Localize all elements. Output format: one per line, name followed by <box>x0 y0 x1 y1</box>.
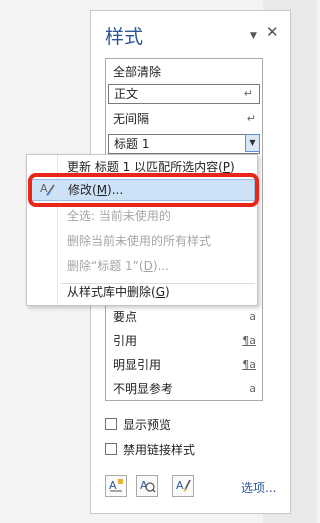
style-item-heading-1[interactable]: 标题 1 ▼ <box>108 134 260 154</box>
style-dropdown-button[interactable]: ▼ <box>245 134 260 152</box>
paragraph-mark-icon: ↵ <box>246 112 256 125</box>
menu-item-delete-all-unused: 删除当前未使用的所有样式 <box>67 234 212 248</box>
svg-text:A: A <box>109 479 117 492</box>
svg-text:A: A <box>40 182 48 195</box>
show-preview-checkbox[interactable]: 显示预览 <box>105 416 171 433</box>
disable-linked-styles-checkbox[interactable]: 禁用链接样式 <box>105 441 195 458</box>
manage-styles-icon[interactable]: A <box>172 475 194 497</box>
linked-style-icon: ¶a <box>242 334 256 347</box>
menu-item-update-to-match[interactable]: 更新 标题 1 以匹配所选内容(P) <box>27 156 257 178</box>
linked-style-icon: ¶a <box>242 358 256 371</box>
menu-item-remove-from-gallery[interactable]: 从样式库中删除(G) <box>27 281 257 303</box>
pane-options-arrow-icon[interactable]: ▼ <box>250 31 257 41</box>
menu-item-modify[interactable]: A 修改(M)... <box>29 179 255 201</box>
checkbox-box[interactable] <box>105 418 117 430</box>
character-style-icon: a <box>249 310 256 323</box>
menu-item-select-all-unused: 全选: 当前未使用的 <box>67 209 171 223</box>
style-item-subtle-reference[interactable]: 不明显参考 a <box>106 379 262 399</box>
style-item-quote[interactable]: 引用 ¶a <box>106 331 262 351</box>
style-item-key-point[interactable]: 要点 a <box>106 307 262 327</box>
style-item-clear-all[interactable]: 全部清除 <box>106 62 262 82</box>
style-context-menu: 更新 标题 1 以匹配所选内容(P) A 修改(M)... 全选: 当前未使用的… <box>26 154 258 306</box>
modify-style-icon: A <box>40 180 56 200</box>
close-icon[interactable]: ✕ <box>266 23 279 41</box>
checkbox-box[interactable] <box>105 443 117 455</box>
style-item-normal[interactable]: 正文 ↵ <box>108 84 260 104</box>
options-link[interactable]: 选项... <box>241 479 276 496</box>
paragraph-mark-icon: ↵ <box>243 87 253 100</box>
menu-item-delete-heading-1: 删除“标题 1”(D)... <box>67 259 169 273</box>
pane-title: 样式 <box>105 26 144 48</box>
style-item-no-spacing[interactable]: 无间隔 ↵ <box>106 109 262 129</box>
svg-text:A: A <box>176 479 184 492</box>
new-style-icon[interactable]: A <box>105 475 127 497</box>
character-style-icon: a <box>249 382 256 395</box>
style-inspector-icon[interactable]: A <box>136 475 158 497</box>
style-item-intense-quote[interactable]: 明显引用 ¶a <box>106 355 262 375</box>
